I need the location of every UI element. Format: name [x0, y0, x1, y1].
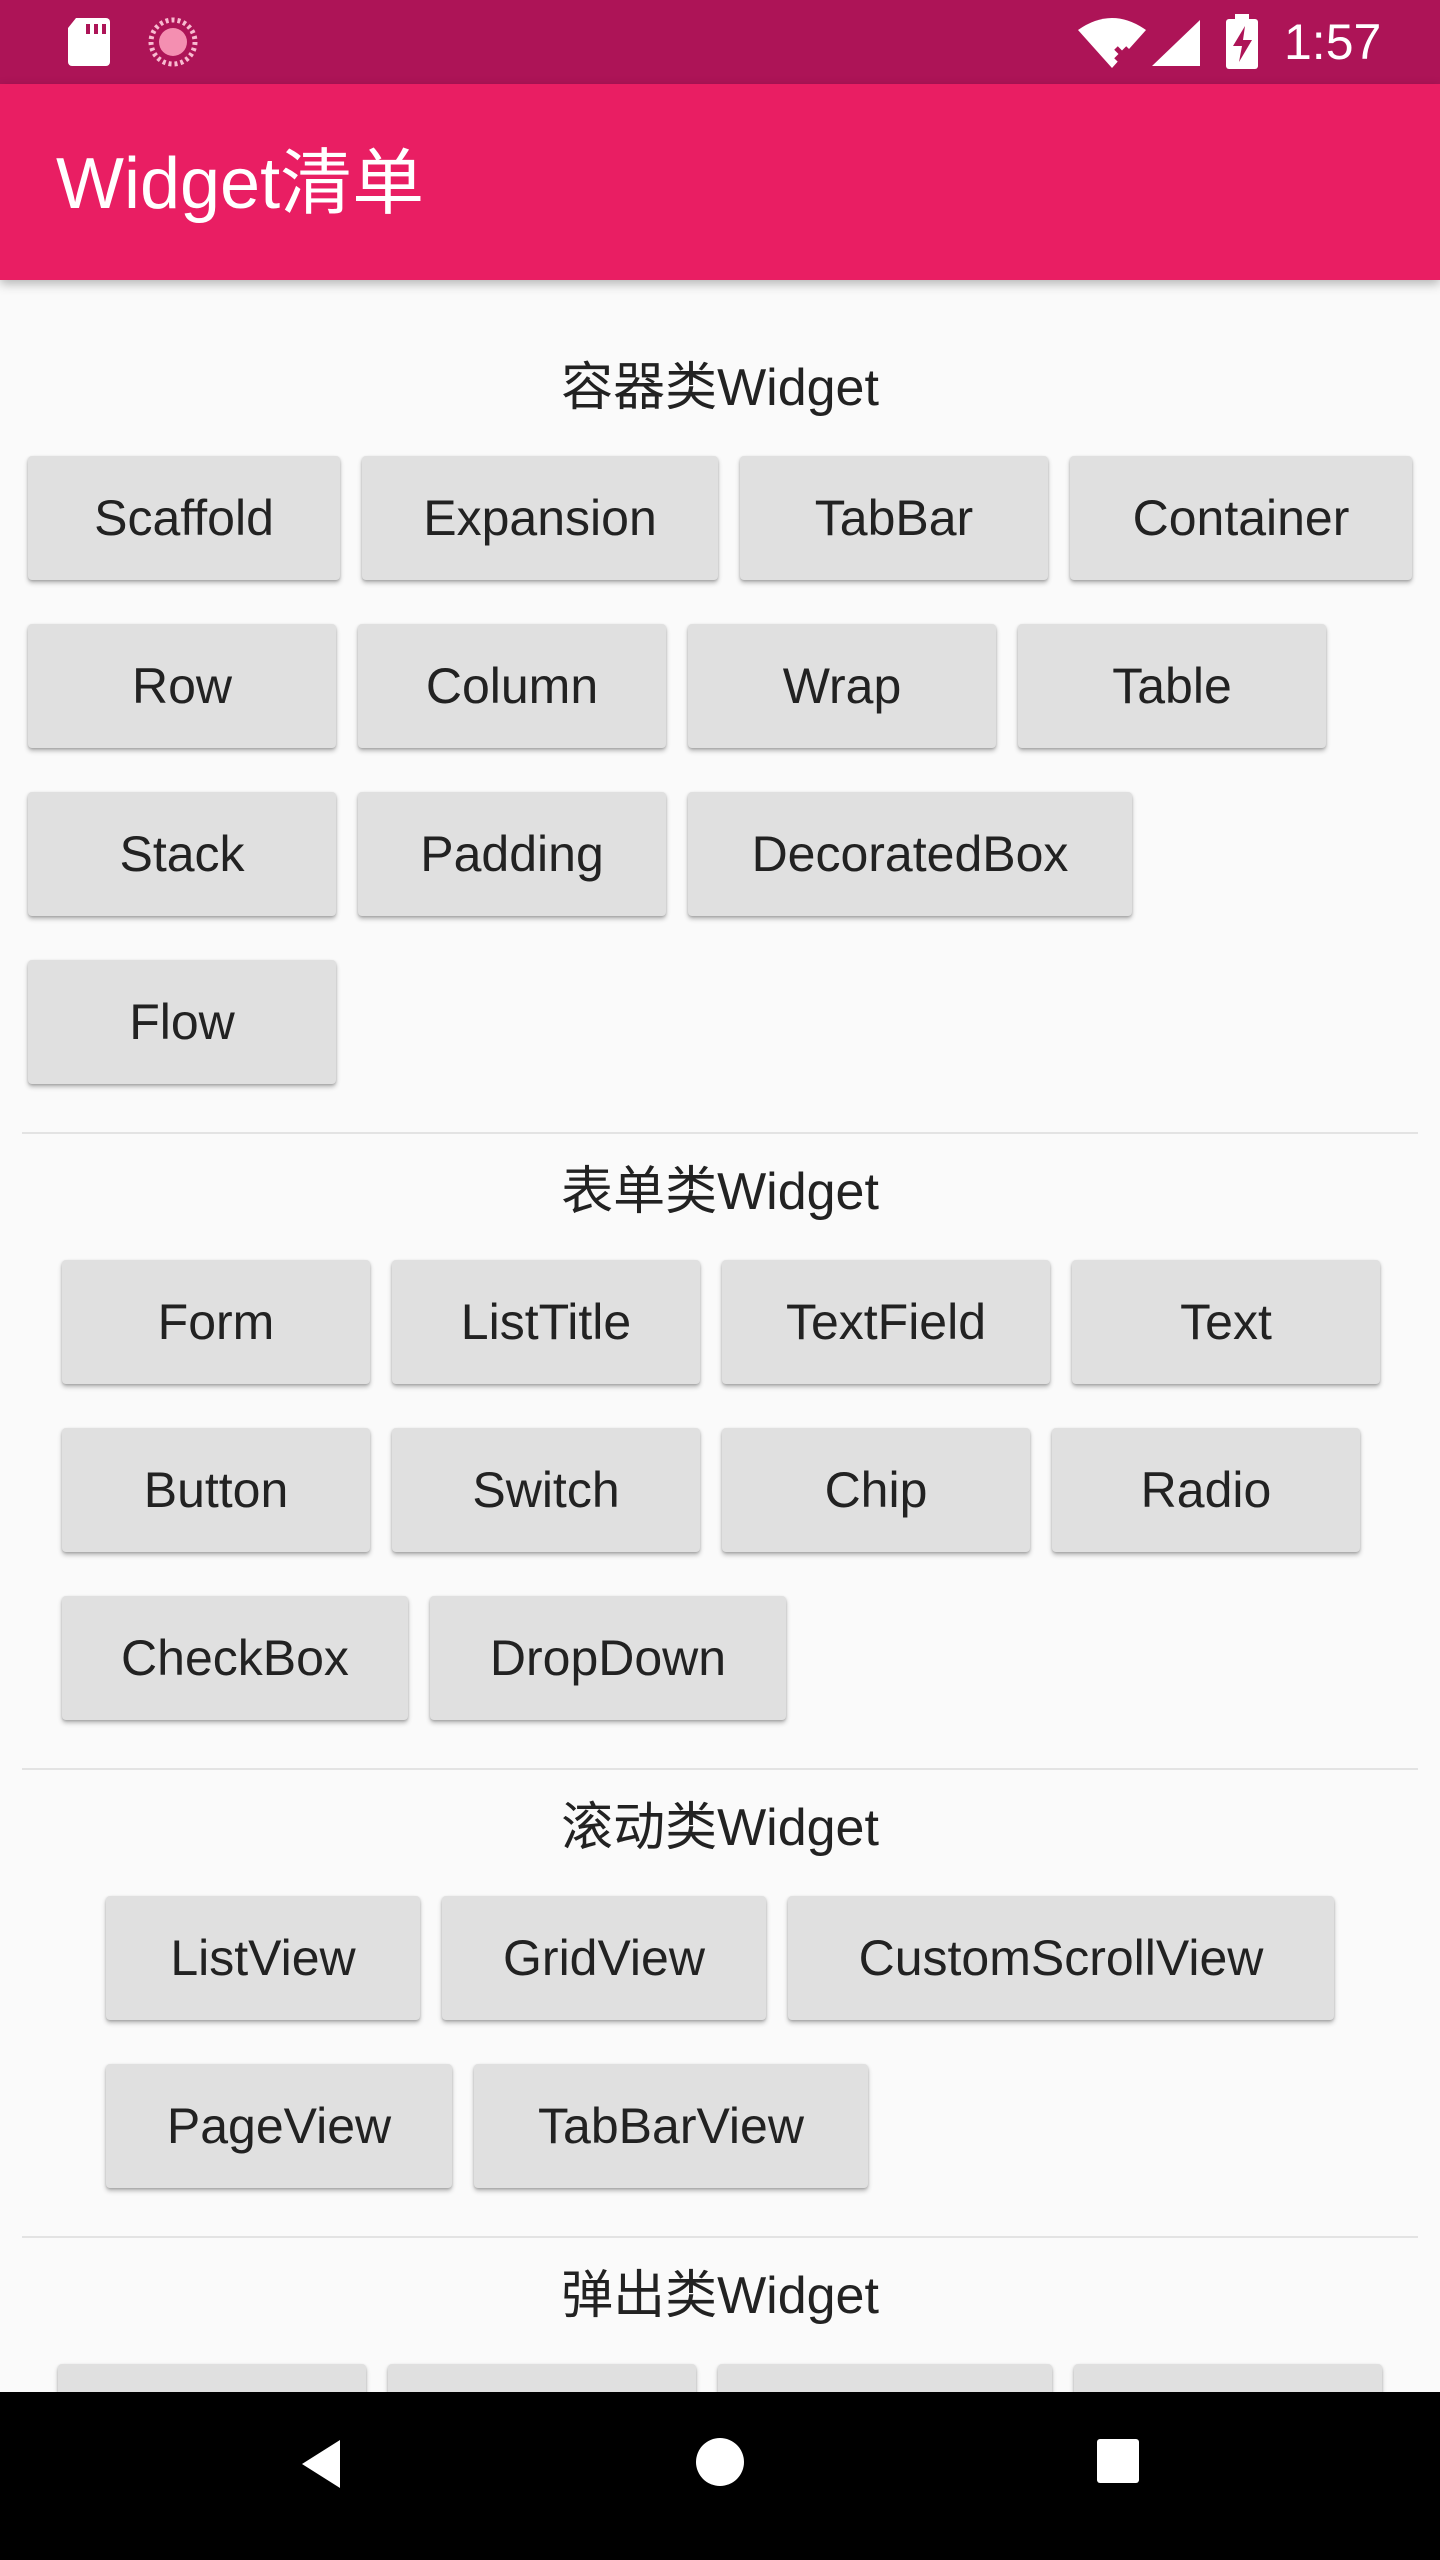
widget-button-table[interactable]: Table [1018, 624, 1326, 748]
app-bar: Widget清单 [0, 84, 1440, 280]
widget-button-wrap[interactable]: Wrap [688, 624, 996, 748]
widget-button-gridview[interactable]: GridView [442, 1896, 766, 2020]
widget-button-pageview[interactable]: PageView [106, 2064, 452, 2188]
widget-button-popup-4[interactable] [1074, 2364, 1382, 2392]
widget-button-stack[interactable]: Stack [28, 792, 336, 916]
widget-button-text[interactable]: Text [1072, 1260, 1380, 1384]
wifi-icon [1078, 18, 1146, 68]
widget-button-form[interactable]: Form [62, 1260, 370, 1384]
recents-icon[interactable] [1096, 2438, 1140, 2484]
signal-icon [1152, 20, 1200, 66]
battery-charging-icon [1226, 14, 1258, 69]
section-title-scroll: 滚动类Widget [561, 1799, 879, 1857]
widget-button-decoratedbox[interactable]: DecoratedBox [688, 792, 1132, 916]
section-title-container: 容器类Widget [561, 359, 879, 417]
widget-button-radio[interactable]: Radio [1052, 1428, 1360, 1552]
widget-button-button[interactable]: Button [62, 1428, 370, 1552]
status-bar: 1:57 [0, 0, 1440, 84]
widget-button-tabbar[interactable]: TabBar [740, 456, 1048, 580]
widget-button-scaffold[interactable]: Scaffold [28, 456, 340, 580]
widget-button-padding[interactable]: Padding [358, 792, 666, 916]
widget-button-listview[interactable]: ListView [106, 1896, 420, 2020]
widget-button-chip[interactable]: Chip [722, 1428, 1030, 1552]
section-divider [22, 1132, 1418, 1134]
widget-button-row[interactable]: Row [28, 624, 336, 748]
sd-card-icon [68, 18, 110, 66]
widget-button-textfield[interactable]: TextField [722, 1260, 1050, 1384]
widget-button-flow[interactable]: Flow [28, 960, 336, 1084]
section-title-form: 表单类Widget [561, 1163, 879, 1221]
widget-button-checkbox[interactable]: CheckBox [62, 1596, 408, 1720]
widget-button-expansion[interactable]: Expansion [362, 456, 718, 580]
page-title: Widget清单 [56, 144, 425, 224]
widget-button-popup-1[interactable] [58, 2364, 366, 2392]
home-icon[interactable] [694, 2436, 746, 2488]
clock: 1:57 [1284, 14, 1382, 70]
widget-list[interactable]: 容器类Widget Scaffold Expansion TabBar Cont… [0, 280, 1440, 2392]
section-title-popup: 弹出类Widget [561, 2267, 879, 2325]
navigation-bar [0, 2392, 1440, 2560]
widget-button-switch[interactable]: Switch [392, 1428, 700, 1552]
widget-button-container[interactable]: Container [1070, 456, 1412, 580]
widget-button-dropdown[interactable]: DropDown [430, 1596, 786, 1720]
section-divider [22, 2236, 1418, 2238]
section-divider [22, 1768, 1418, 1770]
widget-button-popup-3[interactable] [718, 2364, 1052, 2392]
widget-button-column[interactable]: Column [358, 624, 666, 748]
sync-icon [148, 17, 198, 67]
widget-button-listtitle[interactable]: ListTitle [392, 1260, 700, 1384]
widget-button-tabbarview[interactable]: TabBarView [474, 2064, 868, 2188]
back-icon[interactable] [296, 2436, 344, 2492]
widget-button-popup-2[interactable] [388, 2364, 696, 2392]
widget-button-customscrollview[interactable]: CustomScrollView [788, 1896, 1334, 2020]
